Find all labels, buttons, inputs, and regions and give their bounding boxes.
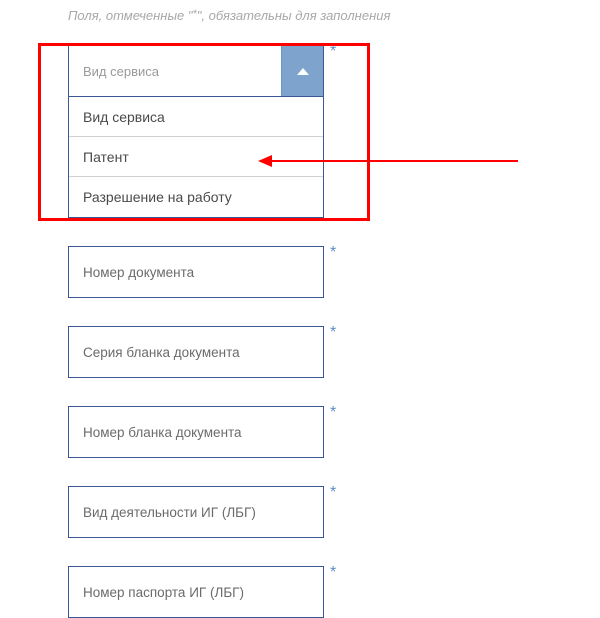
passport-number-row: Номер паспорта ИГ (ЛБГ) * bbox=[68, 566, 600, 618]
service-type-dropdown[interactable]: Вид сервиса Вид сервиса Патент Разрешени… bbox=[68, 45, 324, 218]
instruction-text: Поля, отмеченные "*", обязательны для за… bbox=[68, 8, 600, 23]
activity-type-input[interactable]: Вид деятельности ИГ (ЛБГ) bbox=[68, 486, 324, 538]
field-placeholder: Номер бланка документа bbox=[83, 425, 242, 440]
blank-number-input[interactable]: Номер бланка документа bbox=[68, 406, 324, 458]
dropdown-list: Вид сервиса Патент Разрешение на работу bbox=[68, 97, 324, 218]
required-asterisk: * bbox=[330, 43, 336, 61]
service-type-row: Вид сервиса Вид сервиса Патент Разрешени… bbox=[68, 45, 600, 218]
instruction-prefix: Поля, отмеченные " bbox=[68, 8, 192, 23]
dropdown-header[interactable]: Вид сервиса bbox=[68, 45, 324, 97]
field-placeholder: Номер паспорта ИГ (ЛБГ) bbox=[83, 585, 244, 600]
dropdown-placeholder: Вид сервиса bbox=[69, 46, 281, 96]
required-asterisk: * bbox=[330, 564, 336, 582]
dropdown-toggle-button[interactable] bbox=[281, 46, 323, 96]
document-number-row: Номер документа * bbox=[68, 246, 600, 298]
document-number-input[interactable]: Номер документа bbox=[68, 246, 324, 298]
activity-type-row: Вид деятельности ИГ (ЛБГ) * bbox=[68, 486, 600, 538]
required-asterisk: * bbox=[330, 484, 336, 502]
dropdown-option-work-permit[interactable]: Разрешение на работу bbox=[69, 177, 323, 217]
dropdown-option-service-type[interactable]: Вид сервиса bbox=[69, 97, 323, 137]
required-asterisk: * bbox=[330, 324, 336, 342]
chevron-up-icon bbox=[297, 68, 309, 75]
required-asterisk: * bbox=[330, 404, 336, 422]
instruction-suffix: ", обязательны для заполнения bbox=[197, 8, 391, 23]
passport-number-input[interactable]: Номер паспорта ИГ (ЛБГ) bbox=[68, 566, 324, 618]
dropdown-option-patent[interactable]: Патент bbox=[69, 137, 323, 177]
field-placeholder: Вид деятельности ИГ (ЛБГ) bbox=[83, 505, 256, 520]
form-container: Поля, отмеченные " * ", обязательны для за… bbox=[0, 0, 600, 618]
blank-series-input[interactable]: Серия бланка документа bbox=[68, 326, 324, 378]
fields-list: Номер документа * Серия бланка документа… bbox=[68, 246, 600, 618]
blank-number-row: Номер бланка документа * bbox=[68, 406, 600, 458]
required-asterisk: * bbox=[330, 244, 336, 262]
blank-series-row: Серия бланка документа * bbox=[68, 326, 600, 378]
field-placeholder: Номер документа bbox=[83, 265, 194, 280]
field-placeholder: Серия бланка документа bbox=[83, 345, 240, 360]
